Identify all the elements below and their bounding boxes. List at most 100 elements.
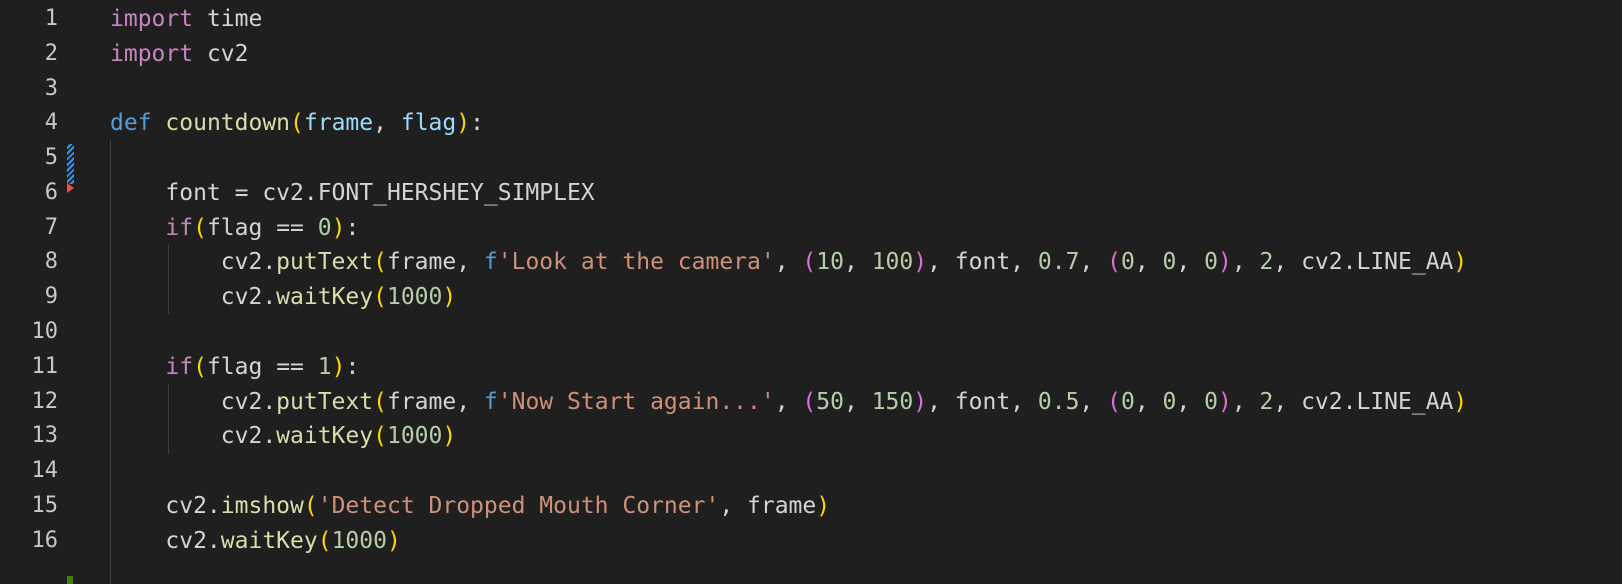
bracket: ( [1107,249,1121,275]
bracket: ) [386,528,401,554]
code-line[interactable]: cv2.waitKey(1000) [110,279,456,315]
bracket: ) [816,493,831,519]
line-number: 11 [31,354,59,379]
line-number: 7 [44,215,58,240]
argument: , cv2.LINE_AA [1273,389,1454,415]
punctuation: , [373,110,401,136]
code-editor[interactable]: 1 2 3 4 5 6 7 8 9 10 11 12 13 14 15 16 i… [0,0,1622,584]
bracket: ) [913,389,928,415]
code-line[interactable]: import cv2 [110,36,248,72]
identifier: cv2. [110,389,277,415]
function-name: putText [276,249,374,275]
bracket: ( [373,423,387,449]
bracket: ( [373,284,387,310]
bracket: ) [331,354,346,380]
number: 0 [1162,389,1177,415]
code-line[interactable]: cv2.waitKey(1000) [110,418,456,454]
line-number: 14 [31,458,59,483]
keyword: def [110,110,152,136]
line-number: 16 [31,528,59,553]
diff-added-indicator[interactable] [67,576,73,584]
bracket: ( [290,110,304,136]
keyword: import [110,41,194,67]
parameter: frame [303,110,374,136]
code-line[interactable]: def countdown(frame, flag): [110,105,484,141]
code-line[interactable]: font = cv2.FONT_HERSHEY_SIMPLEX [110,175,594,211]
number: 0.5 [1037,389,1080,415]
code-line[interactable]: if(flag == 0): [110,210,359,246]
line-number-gutter: 1 2 3 4 5 6 7 8 9 10 11 12 13 14 15 16 [0,0,96,584]
bracket: ) [442,423,457,449]
punctuation: , [1079,249,1108,275]
number: 2 [1259,389,1274,415]
diff-deleted-indicator[interactable] [67,183,74,193]
number: 2 [1259,249,1274,275]
line-number: 4 [44,110,58,135]
keyword: import [110,6,194,32]
punctuation: , [1134,389,1163,415]
bracket: ) [1217,389,1232,415]
number: 0 [1162,249,1177,275]
bracket: ) [913,249,928,275]
bracket: ( [802,249,817,275]
bracket: ( [373,389,387,415]
bracket: ( [373,249,387,275]
expression: flag == [206,354,318,380]
function-name: countdown [165,110,291,136]
keyword: if [165,354,194,380]
number: 100 [871,249,914,275]
number: 0.7 [1037,249,1080,275]
punctuation: : [345,354,360,380]
punctuation: , [1231,389,1260,415]
code-line[interactable]: cv2.waitKey(1000) [110,523,401,559]
line-number: 15 [31,493,59,518]
identifier: cv2 [193,41,249,67]
number: 0 [1204,249,1218,275]
string-prefix: f [483,249,498,275]
code-line[interactable]: cv2.putText(frame, f'Look at the camera'… [110,244,1468,280]
punctuation: , [1176,389,1205,415]
punctuation: , [1079,389,1108,415]
punctuation: , [774,249,803,275]
bracket: ) [456,110,471,136]
argument: frame, [386,249,484,275]
bracket: ( [193,354,207,380]
line-number: 12 [31,389,59,414]
line-number: 2 [44,41,58,66]
diff-modified-indicator[interactable] [67,144,74,184]
identifier: cv2. [110,423,277,449]
expression: flag == [206,215,318,241]
parameter: flag [400,110,457,136]
function-name: waitKey [276,423,374,449]
line-number: 10 [31,319,59,344]
identifier: cv2. [110,493,221,519]
identifier: cv2. [110,284,277,310]
line-number: 9 [44,284,58,309]
identifier: cv2. [110,249,277,275]
string: 'Look at the camera' [497,249,775,275]
bracket: ) [1453,389,1468,415]
number: 0 [1204,389,1218,415]
argument: , frame [719,493,817,519]
punctuation: , [843,389,872,415]
code-line[interactable]: cv2.putText(frame, f'Now Start again...'… [110,384,1468,420]
function-name: imshow [220,493,304,519]
punctuation: : [345,215,360,241]
function-name: putText [276,389,374,415]
bracket: ( [193,215,207,241]
number: 10 [816,249,844,275]
argument: , cv2.LINE_AA [1273,249,1454,275]
line-number: 5 [44,145,58,170]
identifier: time [193,6,263,32]
bracket: ) [1217,249,1232,275]
line-number: 1 [44,6,58,31]
number: 1000 [386,284,443,310]
number: 0 [1120,389,1135,415]
code-line[interactable]: import time [110,1,262,37]
code-line[interactable]: cv2.imshow('Detect Dropped Mouth Corner'… [110,488,830,524]
bracket: ( [1107,389,1121,415]
code-line[interactable]: if(flag == 1): [110,349,359,385]
number: 150 [871,389,914,415]
